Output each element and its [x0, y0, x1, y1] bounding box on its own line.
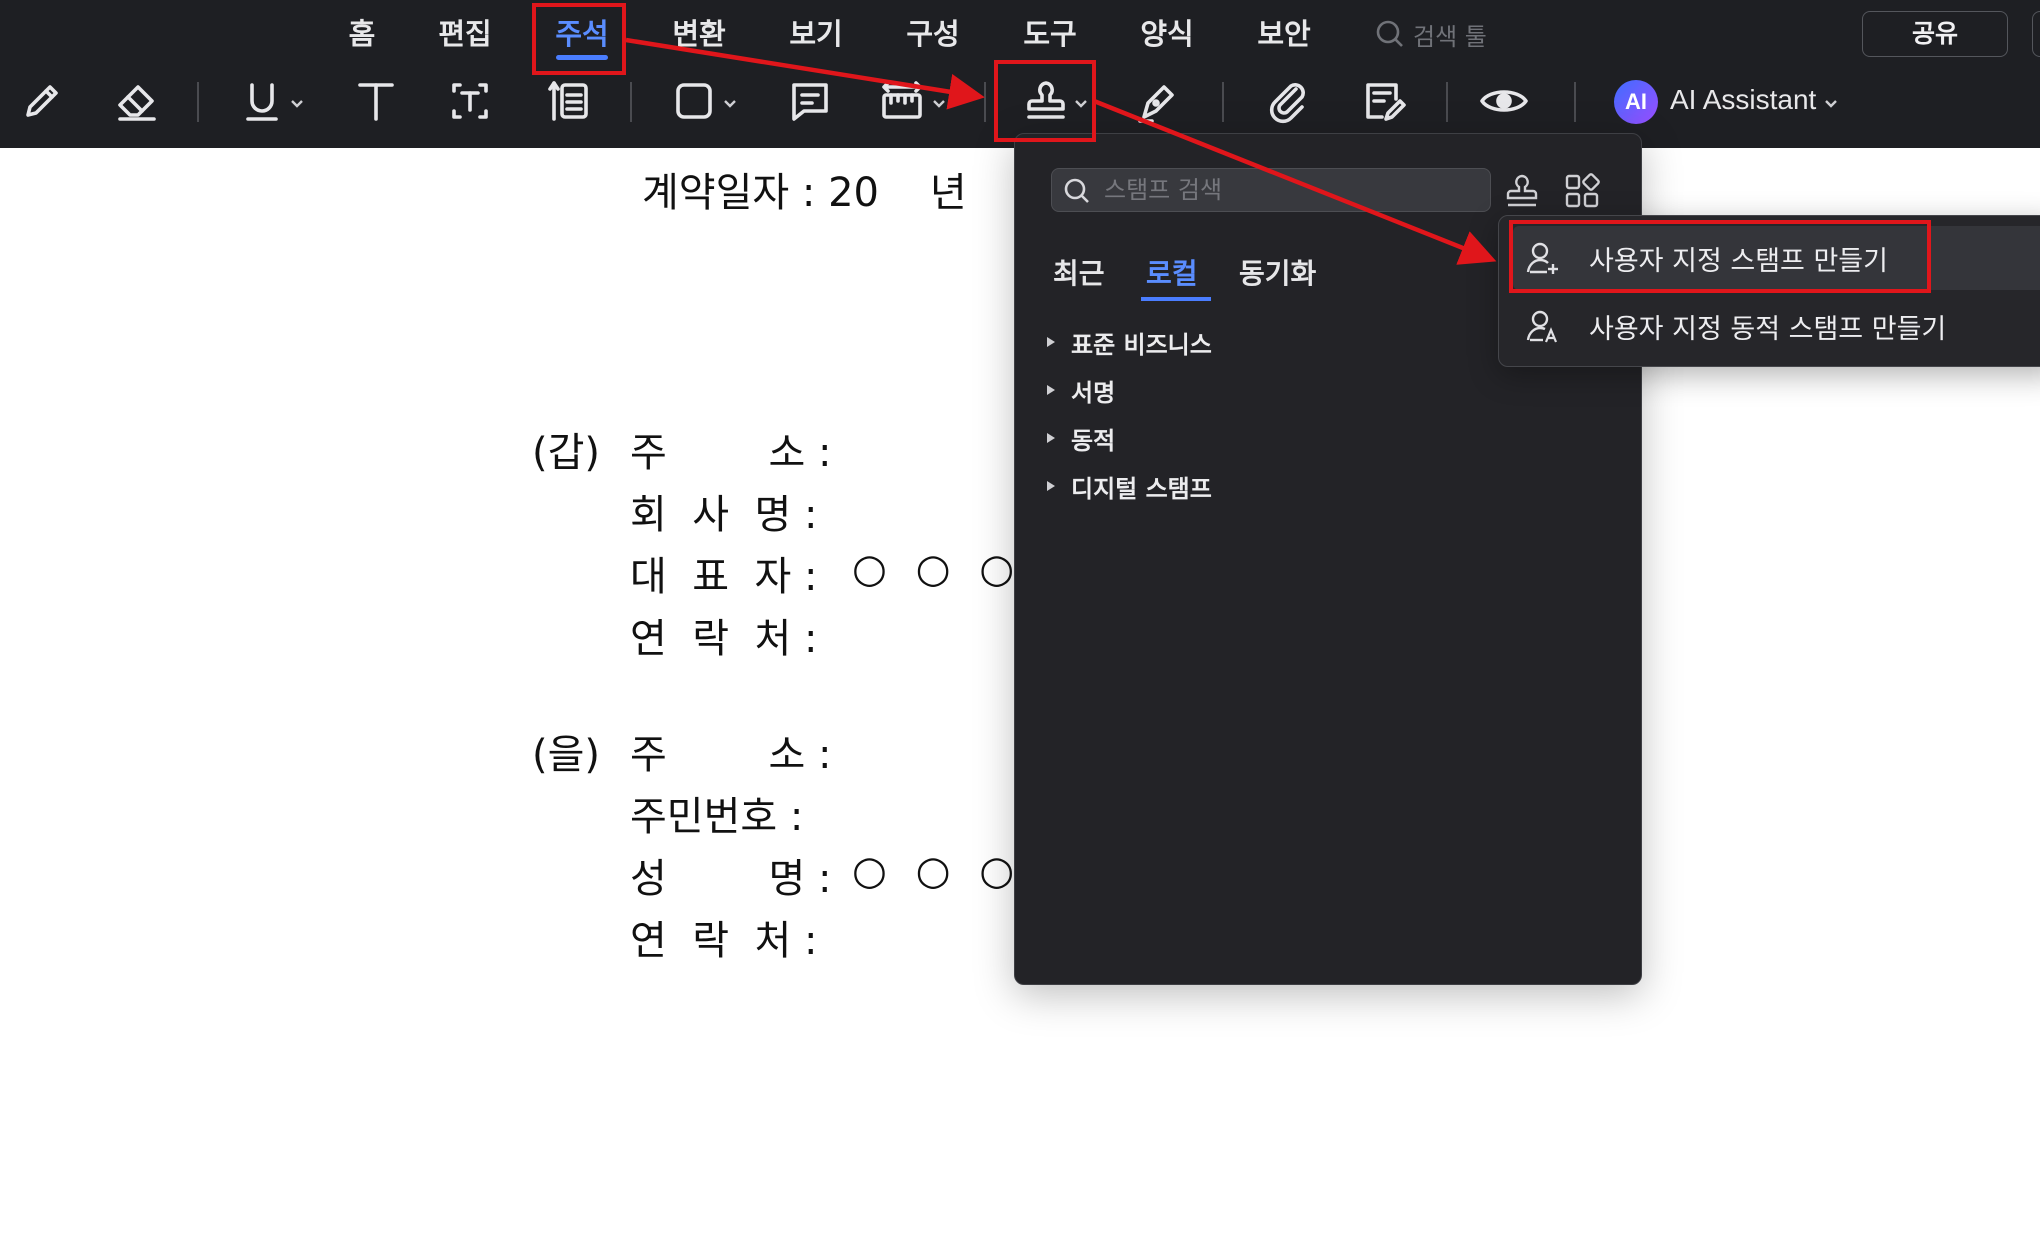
- category-label: 동적: [1071, 426, 1116, 455]
- measure-icon[interactable]: [874, 73, 930, 129]
- underline-icon[interactable]: [234, 73, 290, 129]
- shape-chevron-down-icon[interactable]: [723, 94, 737, 113]
- comment-icon[interactable]: [782, 73, 838, 129]
- party-b-label: (을): [532, 732, 601, 778]
- text-icon[interactable]: [348, 73, 404, 129]
- expand-triangle-icon: [1047, 385, 1055, 395]
- contract-date: 계약일자 : 20 년: [642, 170, 967, 216]
- stamp-search-box[interactable]: [1051, 168, 1491, 212]
- party-b-contact: 연 락 처 :: [630, 918, 818, 964]
- measure-chevron-down-icon[interactable]: [932, 94, 946, 113]
- signature-icon[interactable]: [1130, 73, 1186, 129]
- ai-assistant-logo-icon[interactable]: AI: [1614, 80, 1658, 124]
- attachment-icon[interactable]: [1260, 73, 1316, 129]
- menu-edit[interactable]: 편집: [438, 12, 491, 56]
- pencil-icon[interactable]: [14, 73, 70, 129]
- expand-triangle-icon: [1047, 337, 1055, 347]
- grid-view-icon[interactable]: [1563, 172, 1601, 210]
- party-b-address: 주 소 :: [630, 732, 832, 778]
- callout-icon[interactable]: [540, 73, 596, 129]
- category-dynamic[interactable]: 동적: [1047, 420, 1115, 456]
- category-digital-stamp[interactable]: 디지털 스탬프: [1047, 468, 1212, 504]
- party-b-resident-number: 주민번호 :: [630, 794, 804, 840]
- tab-local[interactable]: 로컬: [1146, 252, 1198, 292]
- toolbar-separator: [1222, 82, 1224, 122]
- underline-chevron-down-icon[interactable]: [290, 94, 304, 113]
- menu-forms[interactable]: 양식: [1140, 12, 1193, 56]
- eraser-icon[interactable]: [108, 73, 164, 129]
- tab-sync[interactable]: 동기화: [1239, 252, 1316, 292]
- view-icon[interactable]: [1476, 73, 1532, 129]
- menu-home[interactable]: 홈: [349, 12, 376, 56]
- party-b-name: 성 명 :: [630, 856, 832, 902]
- expand-triangle-icon: [1047, 433, 1055, 443]
- party-a-signature-placeholder: ○ ○ ○: [852, 546, 1023, 592]
- stamp-search-input[interactable]: [1102, 173, 1476, 207]
- ai-assistant-chevron-down-icon[interactable]: [1824, 94, 1838, 113]
- party-b-signature-placeholder: ○ ○ ○: [852, 848, 1023, 894]
- party-a-representative: 대 표 자 :: [630, 554, 818, 600]
- highlight-stamp-tool: [994, 60, 1096, 142]
- category-signature[interactable]: 서명: [1047, 372, 1115, 408]
- create-custom-dynamic-stamp-label: 사용자 지정 동적 스탬프 만들기: [1589, 313, 1947, 345]
- share-button[interactable]: 공유: [1862, 11, 2008, 57]
- category-standard-business[interactable]: 표준 비즈니스: [1047, 324, 1212, 360]
- window-edge-button[interactable]: [2032, 11, 2040, 57]
- category-label: 디지털 스탬프: [1071, 474, 1212, 503]
- menu-security[interactable]: 보안: [1257, 12, 1310, 56]
- category-label: 서명: [1071, 378, 1116, 407]
- search-icon: [1376, 20, 1403, 47]
- party-a-label: (갑): [532, 430, 601, 476]
- form-sign-icon[interactable]: [1356, 73, 1412, 129]
- expand-triangle-icon: [1047, 481, 1055, 491]
- menu-tools[interactable]: 도구: [1023, 12, 1076, 56]
- party-a-contact: 연 락 처 :: [630, 616, 818, 662]
- toolbar-separator: [630, 82, 632, 122]
- menu-convert[interactable]: 변환: [672, 12, 725, 56]
- highlight-annotate-menu: [532, 3, 626, 75]
- party-a-company: 회 사 명 :: [630, 492, 818, 538]
- dynamic-stamp-icon: [1526, 310, 1558, 343]
- textbox-icon[interactable]: [442, 73, 498, 129]
- ai-assistant-label[interactable]: AI Assistant: [1670, 84, 1816, 116]
- create-custom-dynamic-stamp-item[interactable]: 사용자 지정 동적 스탬프 만들기: [1513, 294, 2040, 358]
- toolbar-separator: [984, 82, 986, 122]
- menu-organize[interactable]: 구성: [906, 12, 959, 56]
- shape-icon[interactable]: [666, 73, 722, 129]
- category-label: 표준 비즈니스: [1071, 330, 1212, 359]
- toolbar-separator: [1574, 82, 1576, 122]
- active-tab-underline: [1141, 297, 1211, 301]
- create-stamp-icon[interactable]: [1503, 172, 1541, 210]
- menu-view[interactable]: 보기: [789, 12, 842, 56]
- party-a-address: 주 소 :: [630, 430, 832, 476]
- tab-recent[interactable]: 최근: [1053, 252, 1105, 292]
- tool-search-placeholder: 검색 툴: [1413, 22, 1487, 51]
- tool-search[interactable]: 검색 툴: [1375, 16, 1487, 52]
- search-icon: [1064, 178, 1089, 203]
- toolbar-separator: [197, 82, 199, 122]
- highlight-create-custom-stamp: [1509, 220, 1931, 293]
- toolbar-separator: [1446, 82, 1448, 122]
